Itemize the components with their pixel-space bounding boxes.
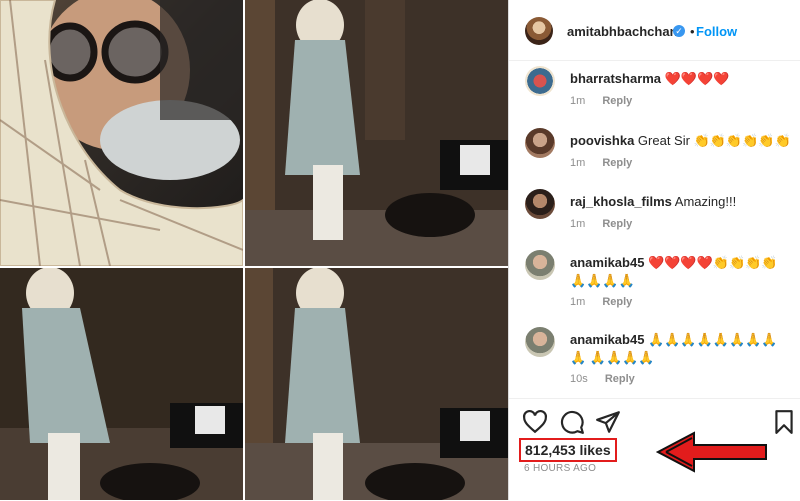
avatar[interactable] (525, 66, 555, 96)
follow-button[interactable]: Follow (696, 24, 737, 39)
comment-username[interactable]: poovishka (570, 133, 634, 148)
comment-meta: 1m Reply (570, 157, 646, 169)
comment-username[interactable]: anamikab45 (570, 255, 644, 270)
likes-count[interactable]: 812,453 likes (519, 438, 617, 462)
comment-meta: 10s Reply (570, 373, 649, 385)
avatar[interactable] (525, 327, 555, 357)
comment-icon[interactable] (559, 409, 585, 435)
reply-button[interactable]: Reply (602, 218, 632, 230)
post-sidebar: amitabhbachchan ✓ • Follow bharratsharma… (508, 0, 800, 500)
reply-button[interactable]: Reply (602, 157, 632, 169)
comment-time: 10s (570, 373, 588, 385)
post-image[interactable] (0, 0, 508, 500)
photo-tile-standing-right (245, 268, 508, 500)
photo-tile-standing-left (0, 268, 243, 500)
comment-text: anamikab45 ❤️❤️❤️❤️👏👏👏👏 🙏🙏🙏🙏 (570, 254, 792, 290)
photo-tile-standing-goat (245, 0, 508, 266)
comment-text: raj_khosla_films Amazing!!! (570, 193, 792, 211)
avatar[interactable] (525, 17, 553, 45)
separator-dot: • (690, 24, 695, 39)
post-username[interactable]: amitabhbachchan (567, 24, 678, 39)
verified-badge-icon: ✓ (673, 25, 685, 37)
comment-body: Amazing!!! (674, 194, 737, 209)
bookmark-icon[interactable] (771, 409, 797, 435)
comment-username[interactable]: anamikab45 (570, 332, 644, 347)
photo-tile-closeup (0, 0, 243, 266)
comment-time: 1m (570, 157, 586, 169)
reply-button[interactable]: Reply (602, 296, 632, 308)
comment-meta: 1m Reply (570, 296, 646, 308)
post-timestamp: 6 HOURS AGO (524, 463, 597, 474)
comment-time: 1m (570, 296, 586, 308)
comment-meta: 1m Reply (570, 218, 646, 230)
red-arrow-annotation-icon (656, 431, 767, 473)
avatar[interactable] (525, 128, 555, 158)
comment-time: 1m (570, 218, 586, 230)
comment-username[interactable]: bharratsharma (570, 71, 661, 86)
reply-button[interactable]: Reply (602, 95, 632, 107)
reply-button[interactable]: Reply (605, 373, 635, 385)
comment-text: anamikab45 🙏🙏🙏🙏🙏🙏🙏🙏🙏 🙏🙏🙏🙏 (570, 331, 792, 367)
post-header: amitabhbachchan ✓ • Follow (509, 0, 800, 61)
comment-time: 1m (570, 95, 586, 107)
comment-username[interactable]: raj_khosla_films (570, 194, 672, 209)
share-icon[interactable] (595, 409, 621, 435)
comment-text: bharratsharma ❤️❤️❤️❤️ (570, 70, 792, 88)
comment-meta: 1m Reply (570, 95, 646, 107)
comment-body: ❤️❤️❤️❤️ (664, 71, 730, 86)
avatar[interactable] (525, 189, 555, 219)
avatar[interactable] (525, 250, 555, 280)
comment-text: poovishka Great Sir 👏👏👏👏👏👏 (570, 132, 792, 150)
comment-body: Great Sir 👏👏👏👏👏👏 (637, 133, 791, 148)
heart-icon[interactable] (522, 409, 548, 435)
